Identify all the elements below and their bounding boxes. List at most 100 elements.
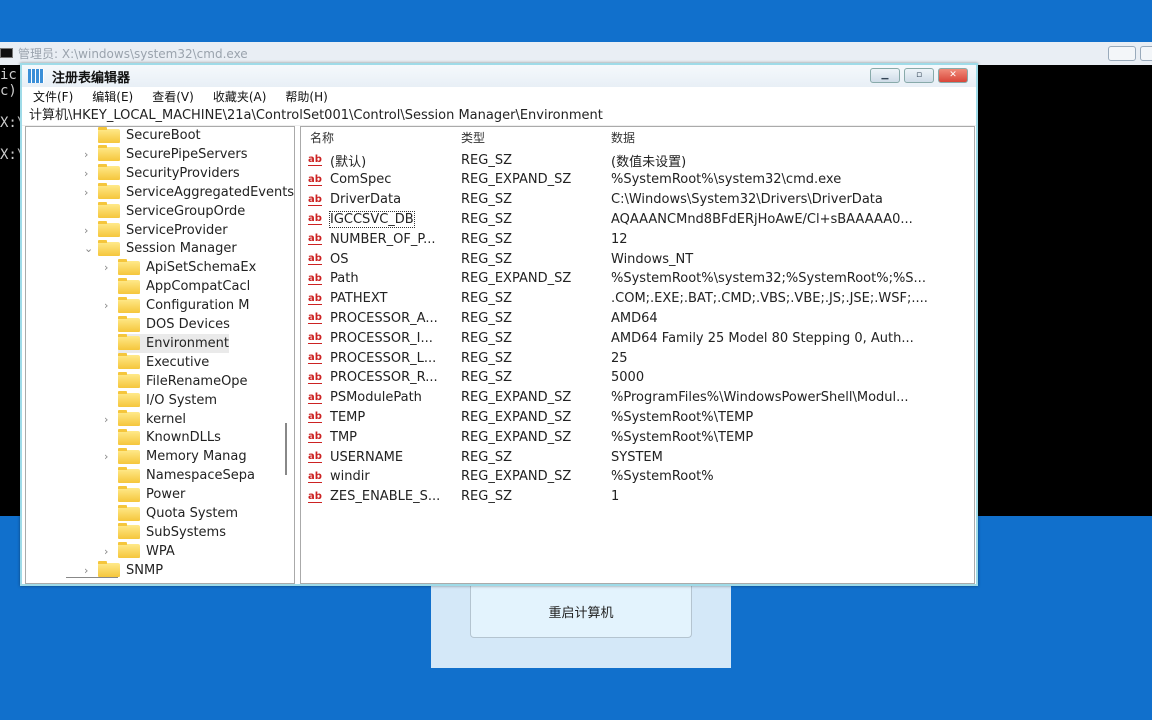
value-type: REG_EXPAND_SZ bbox=[461, 390, 572, 406]
value-data: %ProgramFiles%\WindowsPowerShell\Modul..… bbox=[611, 390, 909, 406]
folder-icon bbox=[98, 127, 120, 143]
value-type: REG_SZ bbox=[461, 251, 512, 267]
restart-button[interactable]: 重启计算机 bbox=[470, 585, 692, 638]
tree-item[interactable]: Environment bbox=[118, 333, 230, 353]
value-row[interactable]: ab IGCCSVC_DB REG_SZ AQAAANCMnd8BFdERjHoAwE… bbox=[301, 209, 974, 229]
chevron-right-icon[interactable]: › bbox=[104, 299, 114, 312]
tree-item[interactable]: I/O System bbox=[118, 391, 217, 410]
chevron-right-icon[interactable]: › bbox=[84, 148, 94, 161]
column-header-data[interactable]: 数据 bbox=[611, 129, 635, 146]
tree-item[interactable]: Executive bbox=[118, 353, 209, 372]
value-type: REG_EXPAND_SZ bbox=[461, 409, 572, 425]
tree-item[interactable]: SecureBoot bbox=[98, 127, 201, 145]
tree-item[interactable]: › SecurityProviders bbox=[84, 164, 240, 183]
tree-item[interactable]: › WPA bbox=[104, 542, 175, 561]
tree-item-label: SecurityProviders bbox=[126, 165, 240, 181]
folder-icon bbox=[98, 145, 120, 162]
value-row[interactable]: ab PSModulePath REG_EXPAND_SZ %ProgramFiles… bbox=[301, 388, 974, 408]
folder-icon bbox=[118, 334, 140, 351]
minimize-button[interactable]: ▁ bbox=[870, 68, 900, 83]
chevron-right-icon[interactable]: › bbox=[84, 186, 94, 199]
menu-edit[interactable]: 编辑(E) bbox=[92, 88, 133, 105]
value-row[interactable]: ab (默认) REG_SZ (数值未设置) bbox=[301, 150, 974, 170]
values-list[interactable]: 名称 类型 数据 ab (默认) REG_SZ (数值未设置) ab ComSpec REG… bbox=[300, 126, 975, 584]
value-row[interactable]: ab TMP REG_EXPAND_SZ %SystemRoot%\TEMP bbox=[301, 427, 974, 447]
value-row[interactable]: ab windir REG_EXPAND_SZ %SystemRoot% bbox=[301, 467, 974, 487]
value-row[interactable]: ab PATHEXT REG_SZ .COM;.EXE;.BAT;.CMD;.VBS;… bbox=[301, 289, 974, 309]
value-name: PROCESSOR_A... bbox=[330, 310, 438, 326]
folder-icon bbox=[118, 485, 140, 502]
value-type: REG_SZ bbox=[461, 291, 512, 307]
column-header-name[interactable]: 名称 bbox=[310, 129, 334, 146]
value-row[interactable]: ab ZES_ENABLE_S... REG_SZ 1 bbox=[301, 487, 974, 507]
string-value-icon: ab bbox=[308, 411, 322, 424]
tree-item[interactable]: › ServiceAggregatedEvents bbox=[84, 183, 295, 202]
chevron-right-icon[interactable]: › bbox=[104, 413, 114, 426]
tree-item[interactable]: DOS Devices bbox=[118, 315, 230, 334]
tree-item-label: AppCompatCacl bbox=[146, 279, 251, 295]
value-row[interactable]: ab USERNAME REG_SZ SYSTEM bbox=[301, 447, 974, 467]
value-name: PATHEXT bbox=[330, 291, 388, 307]
value-row[interactable]: ab PROCESSOR_L... REG_SZ 25 bbox=[301, 348, 974, 368]
value-row[interactable]: ab PROCESSOR_I... REG_SZ AMD64 Family 25 Mo… bbox=[301, 328, 974, 348]
cmd-title-bar[interactable]: 管理员: X:\windows\system32\cmd.exe bbox=[0, 42, 1152, 65]
tree-vertical-scrollbar[interactable] bbox=[285, 423, 287, 475]
value-row[interactable]: ab TEMP REG_EXPAND_SZ %SystemRoot%\TEMP bbox=[301, 407, 974, 427]
registry-tree[interactable]: SecureBoot › SecurePipeServers › SecurityPro… bbox=[25, 126, 295, 584]
value-row[interactable]: ab DriverData REG_SZ C:\Windows\System32\Dr… bbox=[301, 190, 974, 210]
tree-item[interactable]: › SecurePipeServers bbox=[84, 145, 248, 164]
tree-item[interactable]: Quota System bbox=[118, 504, 238, 523]
chevron-right-icon[interactable]: › bbox=[104, 450, 114, 463]
regedit-title: 注册表编辑器 bbox=[52, 70, 131, 86]
value-data: .COM;.EXE;.BAT;.CMD;.VBS;.VBE;.JS;.JSE;.… bbox=[611, 291, 928, 307]
tree-item[interactable]: › ServiceProvider bbox=[84, 221, 228, 240]
value-row[interactable]: ab PROCESSOR_R... REG_SZ 5000 bbox=[301, 368, 974, 388]
address-bar[interactable]: 计算机\HKEY_LOCAL_MACHINE\21a\ControlSet001… bbox=[22, 106, 976, 126]
value-row[interactable]: ab Path REG_EXPAND_SZ %SystemRoot%\system32… bbox=[301, 269, 974, 289]
maximize-button[interactable]: ▫ bbox=[904, 68, 934, 83]
folder-icon bbox=[118, 277, 140, 294]
cmd-maximize-button[interactable] bbox=[1140, 46, 1152, 61]
tree-item[interactable]: ⌄ Session Manager bbox=[84, 239, 237, 258]
cmd-title: 管理员: X:\windows\system32\cmd.exe bbox=[18, 47, 248, 61]
menu-help[interactable]: 帮助(H) bbox=[285, 88, 327, 105]
chevron-right-icon[interactable]: › bbox=[84, 564, 94, 577]
chevron-right-icon[interactable]: › bbox=[104, 261, 114, 274]
value-data: %SystemRoot%\TEMP bbox=[611, 429, 754, 445]
tree-item[interactable]: ServiceGroupOrde bbox=[98, 202, 245, 221]
value-type: REG_EXPAND_SZ bbox=[461, 172, 572, 188]
value-row[interactable]: ab PROCESSOR_A... REG_SZ AMD64 bbox=[301, 308, 974, 328]
chevron-down-icon[interactable]: ⌄ bbox=[84, 242, 94, 255]
tree-item[interactable]: › Memory Manag bbox=[104, 447, 247, 466]
tree-item-label: ServiceAggregatedEvents bbox=[126, 184, 295, 200]
value-data: AQAAANCMnd8BFdERjHoAwE/Cl+sBAAAAA0... bbox=[611, 211, 913, 227]
tree-item[interactable]: › kernel bbox=[104, 410, 186, 429]
tree-item[interactable]: › SNMP bbox=[84, 561, 163, 580]
value-name: TEMP bbox=[330, 409, 366, 425]
value-data: %SystemRoot%\system32\cmd.exe bbox=[611, 172, 842, 188]
regedit-title-bar[interactable]: 注册表编辑器 ▁ ▫ ✕ bbox=[22, 65, 976, 87]
tree-item[interactable]: KnownDLLs bbox=[118, 428, 221, 447]
tree-item[interactable]: FileRenameOpe bbox=[118, 372, 248, 391]
tree-item[interactable]: SubSystems bbox=[118, 523, 226, 542]
chevron-right-icon[interactable]: › bbox=[84, 224, 94, 237]
tree-item[interactable]: Power bbox=[118, 485, 185, 504]
menu-view[interactable]: 查看(V) bbox=[152, 88, 194, 105]
tree-item[interactable]: NamespaceSepa bbox=[118, 466, 255, 485]
chevron-right-icon[interactable]: › bbox=[84, 167, 94, 180]
value-row[interactable]: ab NUMBER_OF_P... REG_SZ 12 bbox=[301, 229, 974, 249]
menu-file[interactable]: 文件(F) bbox=[33, 88, 73, 105]
column-header-type[interactable]: 类型 bbox=[461, 129, 485, 146]
string-value-icon: ab bbox=[308, 312, 322, 325]
cmd-minimize-button[interactable] bbox=[1108, 46, 1136, 61]
folder-icon bbox=[98, 239, 120, 256]
value-row[interactable]: ab ComSpec REG_EXPAND_SZ %SystemRoot%\syste… bbox=[301, 170, 974, 190]
close-button[interactable]: ✕ bbox=[938, 68, 968, 83]
tree-item[interactable]: › Configuration M bbox=[104, 296, 250, 315]
folder-icon bbox=[118, 410, 140, 426]
value-row[interactable]: ab OS REG_SZ Windows_NT bbox=[301, 249, 974, 269]
chevron-right-icon[interactable]: › bbox=[104, 545, 114, 558]
tree-item[interactable]: › ApiSetSchemaEx bbox=[104, 258, 256, 277]
tree-item[interactable]: AppCompatCacl bbox=[118, 277, 250, 296]
menu-favorites[interactable]: 收藏夹(A) bbox=[213, 88, 267, 105]
